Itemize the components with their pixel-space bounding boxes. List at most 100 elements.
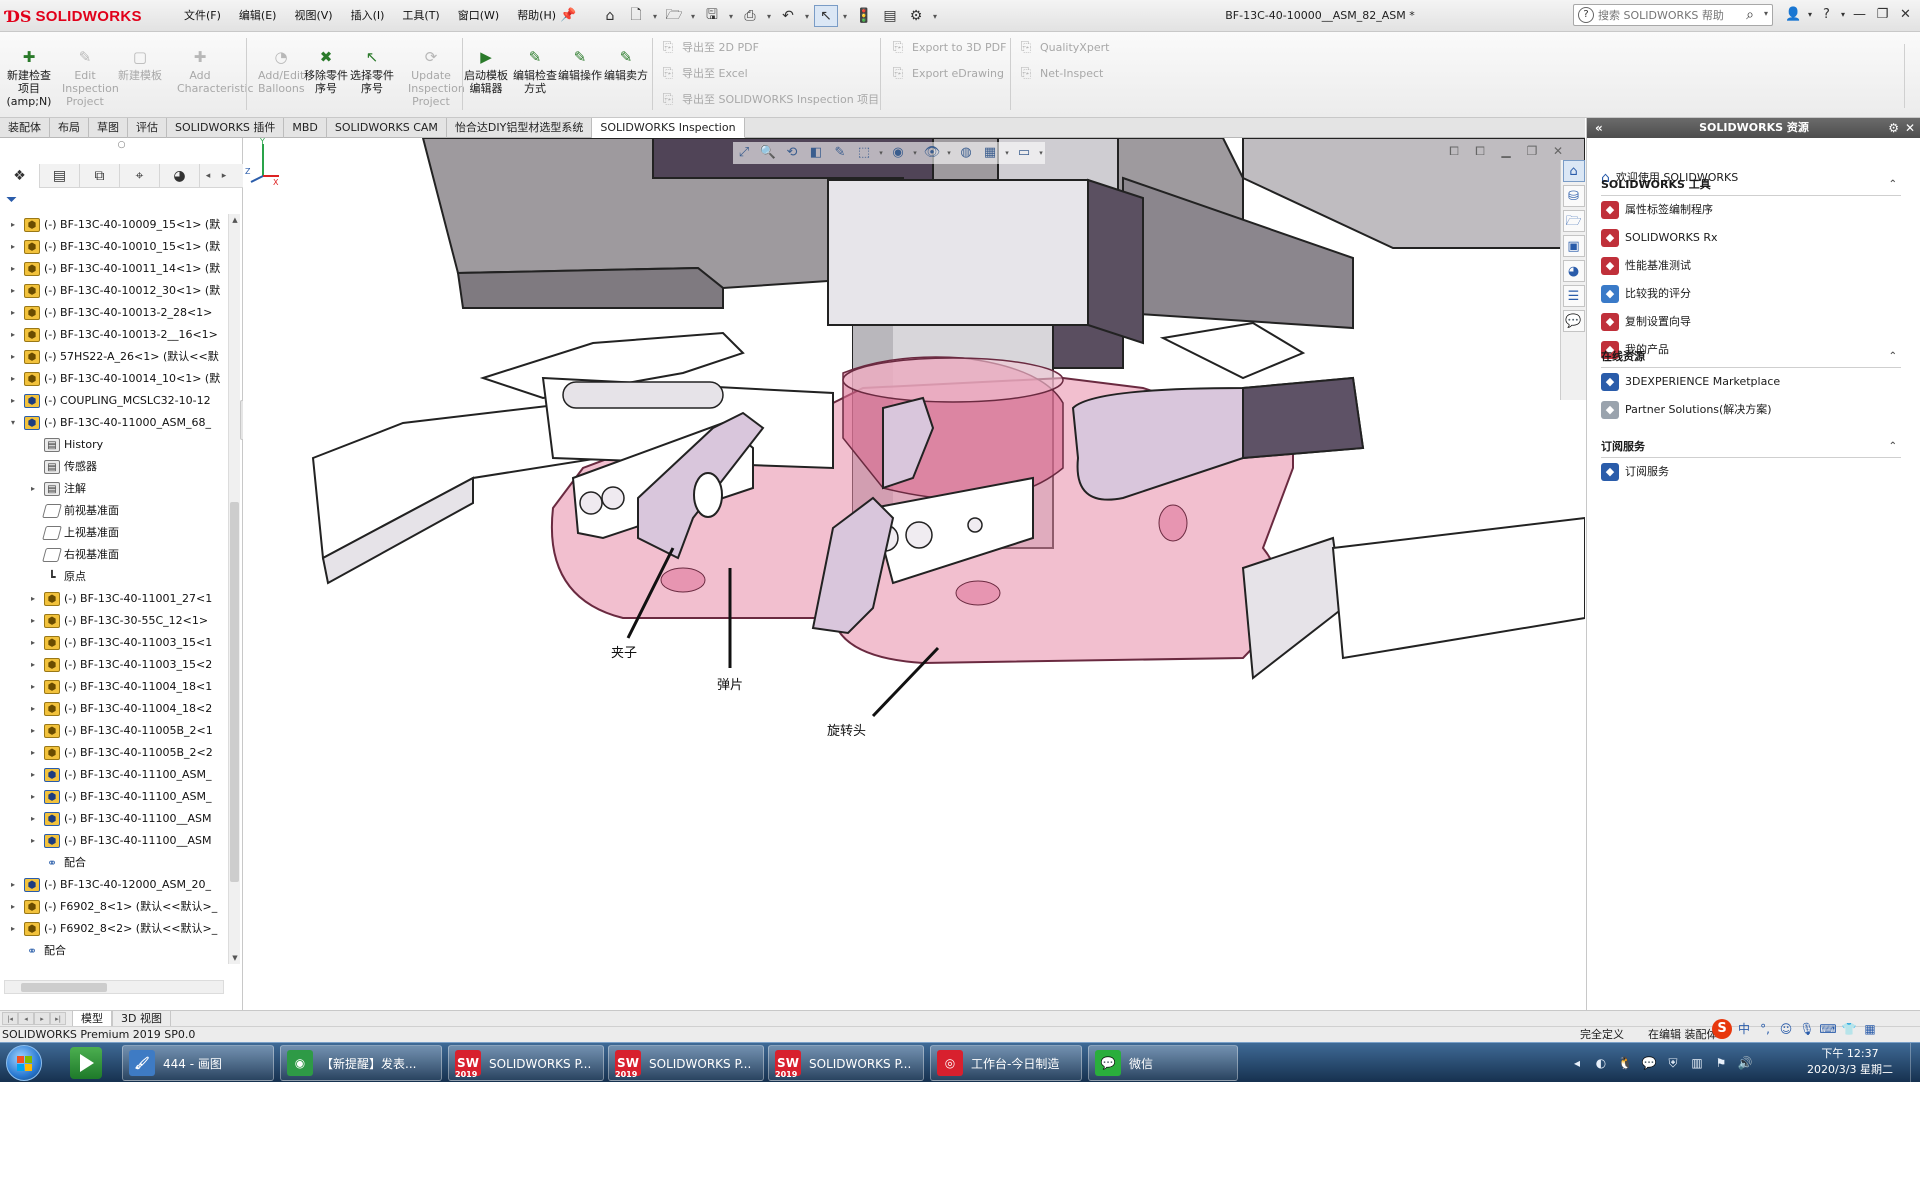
resource-link[interactable]: ◆ SOLIDWORKS Rx [1601,224,1901,252]
search-icon[interactable]: ⌕ [1746,7,1754,23]
resource-link[interactable]: ◆ 复制设置向导 [1601,308,1901,336]
tree-horizontal-scrollbar[interactable] [4,980,224,994]
home-icon[interactable]: ⌂ [598,5,622,27]
cm-tab[interactable]: 布局 [50,118,89,138]
save-dropdown-icon[interactable]: ▾ [726,5,736,27]
user-icon[interactable]: 👤 [1782,4,1805,26]
keyboard-icon[interactable]: ⌨ [1819,1020,1837,1038]
restore-icon[interactable]: ❐ [1871,4,1894,26]
ribbon-button-5[interactable]: ◔ Add/Edit Balloons [258,48,305,95]
print-dropdown-icon[interactable]: ▾ [764,5,774,27]
expand-arrow-icon[interactable]: ▸ [28,742,38,764]
resource-link[interactable]: ◆ 性能基准测试 [1601,252,1901,280]
taskbar-button[interactable]: SW 2019 SOLIDWORKS P... [448,1045,604,1081]
ribbon-button-10[interactable]: ✎ 编辑检查方式 [512,48,558,95]
custom-properties-icon[interactable]: ☰ [1562,285,1585,307]
menu-item[interactable]: 编辑(E) [230,5,286,27]
expand-arrow-icon[interactable]: ▸ [28,764,38,786]
print-icon[interactable]: ⎙ [738,5,762,27]
tree-item[interactable]: ▸ ⬢ (-) BF-13C-40-11004_18<1 [0,676,228,698]
expand-arrow-icon[interactable]: ▸ [8,258,18,280]
displaymanager-tab-icon[interactable]: ◕ [160,163,200,188]
tree-item[interactable]: ▸ ⬢ (-) BF-13C-40-11001_27<1 [0,588,228,610]
edit-appearance-icon[interactable]: ◍ [955,143,977,163]
expand-arrow-icon[interactable]: ▸ [8,874,18,896]
ribbon-button-7[interactable]: ↖ 选择零件序号 [349,48,395,95]
tree-item[interactable]: ▸ ⬢ (-) COUPLING_MCSLC32-10-12 [0,390,228,412]
new-dropdown-icon[interactable]: ▾ [650,5,660,27]
scroll-thumb[interactable] [230,502,239,882]
taskbar-clock[interactable]: 下午 12:37 2020/3/3 星期二 [1790,1046,1910,1078]
tab-model[interactable]: 模型 [72,1011,112,1027]
expand-arrow-icon[interactable]: ▸ [8,280,18,302]
minimize-icon[interactable]: — [1848,4,1871,26]
tree-item[interactable]: ▸ ⬢ (-) BF-13C-40-10011_14<1> (默 [0,258,228,280]
ime-skin-icon[interactable]: ▦ [1861,1020,1879,1038]
export-3d-item-2[interactable]: ⎘ Export eDrawing [890,64,1004,84]
open-dropdown-icon[interactable]: ▾ [688,5,698,27]
undo-dropdown-icon[interactable]: ▾ [802,5,812,27]
resource-link[interactable]: ◆ 属性标签编制程序 [1601,196,1901,224]
undo-icon[interactable]: ↶ [776,5,800,27]
ribbon-button-6[interactable]: ✖ 移除零件序号 [303,48,349,95]
pin-menu-icon[interactable]: 📌 [560,8,576,23]
expand-arrow-icon[interactable]: ▸ [8,214,18,236]
collapse-pane-icon[interactable]: « [1595,118,1603,138]
apply-scene-icon[interactable]: ▦ [979,143,1001,163]
cm-tab[interactable]: SOLIDWORKS CAM [327,118,447,138]
qq-icon[interactable]: 🐧 [1616,1054,1634,1072]
section-header[interactable]: 订阅服务 ⌃ [1601,436,1901,458]
export-item-3[interactable]: ⎘ 导出至 SOLIDWORKS Inspection 项目 [660,90,879,110]
zoom-to-fit-icon[interactable]: ⤢ [733,143,755,163]
ime-mode-label[interactable]: 中 [1735,1020,1753,1038]
cm-tab[interactable]: 草图 [89,118,128,138]
expand-arrow-icon[interactable]: ▸ [28,632,38,654]
network-icon[interactable]: ▥ [1688,1054,1706,1072]
tree-item[interactable]: 右视基准面 [0,544,228,566]
expand-arrow-icon[interactable]: ▸ [8,368,18,390]
taskbar-button[interactable]: SW 2019 SOLIDWORKS P... [608,1045,764,1081]
user-dropdown-icon[interactable]: ▾ [1805,4,1815,26]
menu-item[interactable]: 窗口(W) [449,5,508,27]
expand-arrow-icon[interactable]: ▸ [28,588,38,610]
expand-arrow-icon[interactable]: ▸ [28,610,38,632]
expand-arrow-icon[interactable]: ▸ [8,236,18,258]
tree-item[interactable]: 上视基准面 [0,522,228,544]
new-document-icon[interactable]: 🗋 [624,5,648,27]
assembly-model-view[interactable] [243,138,1585,1010]
section-header[interactable]: 在线资源 ⌃ [1601,346,1901,368]
tree-item[interactable]: ▸ ⬢ (-) F6902_8<2> (默认<<默认>_ [0,918,228,940]
scroll-down-icon[interactable]: ▼ [229,952,241,964]
section-header[interactable]: SOLIDWORKS 工具 ⌃ [1601,174,1901,196]
tree-item[interactable]: ▸ ⬢ (-) BF-13C-40-10013-2_28<1> [0,302,228,324]
dynamic-annotation-icon[interactable]: ✎ [829,143,851,163]
punctuation-icon[interactable]: °, [1756,1020,1774,1038]
design-library-icon[interactable]: ⛁ [1562,185,1585,207]
first-tab-icon[interactable]: |◂ [2,1012,18,1025]
cm-tab[interactable]: MBD [284,118,327,138]
edge-browser-icon[interactable]: ◐ [1592,1054,1610,1072]
wechat-tray-icon[interactable]: 💬 [1640,1054,1658,1072]
export-item-1[interactable]: ⎘ 导出至 2D PDF [660,38,759,58]
hide-show-dropdown-icon[interactable]: ▾ [945,149,953,157]
ribbon-button-11[interactable]: ✎ 编辑操作 [557,48,603,82]
emoji-icon[interactable]: ☺ [1777,1020,1795,1038]
ribbon-button-1[interactable]: ✚ 新建检查项目(amp;N) [6,48,52,108]
ribbon-scroll[interactable] [1904,44,1916,108]
expand-arrow-icon[interactable]: ▸ [28,676,38,698]
task-pane-options-icon[interactable]: ⚙ [1888,118,1899,138]
tree-item[interactable]: ┗ 原点 [0,566,228,588]
collapse-arrow-icon[interactable]: ▾ [8,412,18,434]
previous-view-icon[interactable]: ⟲ [781,143,803,163]
publish-item-1[interactable]: ⎘ QualityXpert [1018,38,1110,58]
tree-item[interactable]: ▤ History [0,434,228,456]
cm-tab[interactable]: 评估 [128,118,167,138]
tree-item[interactable]: ▸ ⬢ (-) BF-13C-40-10010_15<1> (默 [0,236,228,258]
solidworks-logo[interactable]: ƊS SOLIDWORKS [6,4,142,28]
expand-arrow-icon[interactable]: ▸ [28,478,38,500]
taskbar-button[interactable]: 🖌 444 - 画图 [122,1045,274,1081]
select-cursor-icon[interactable]: ↖ [814,5,838,27]
expand-arrow-icon[interactable]: ▸ [28,720,38,742]
resource-link[interactable]: ◆ Partner Solutions(解决方案) [1601,396,1901,424]
tab-scroll-right-icon[interactable]: ▸ [216,164,232,188]
